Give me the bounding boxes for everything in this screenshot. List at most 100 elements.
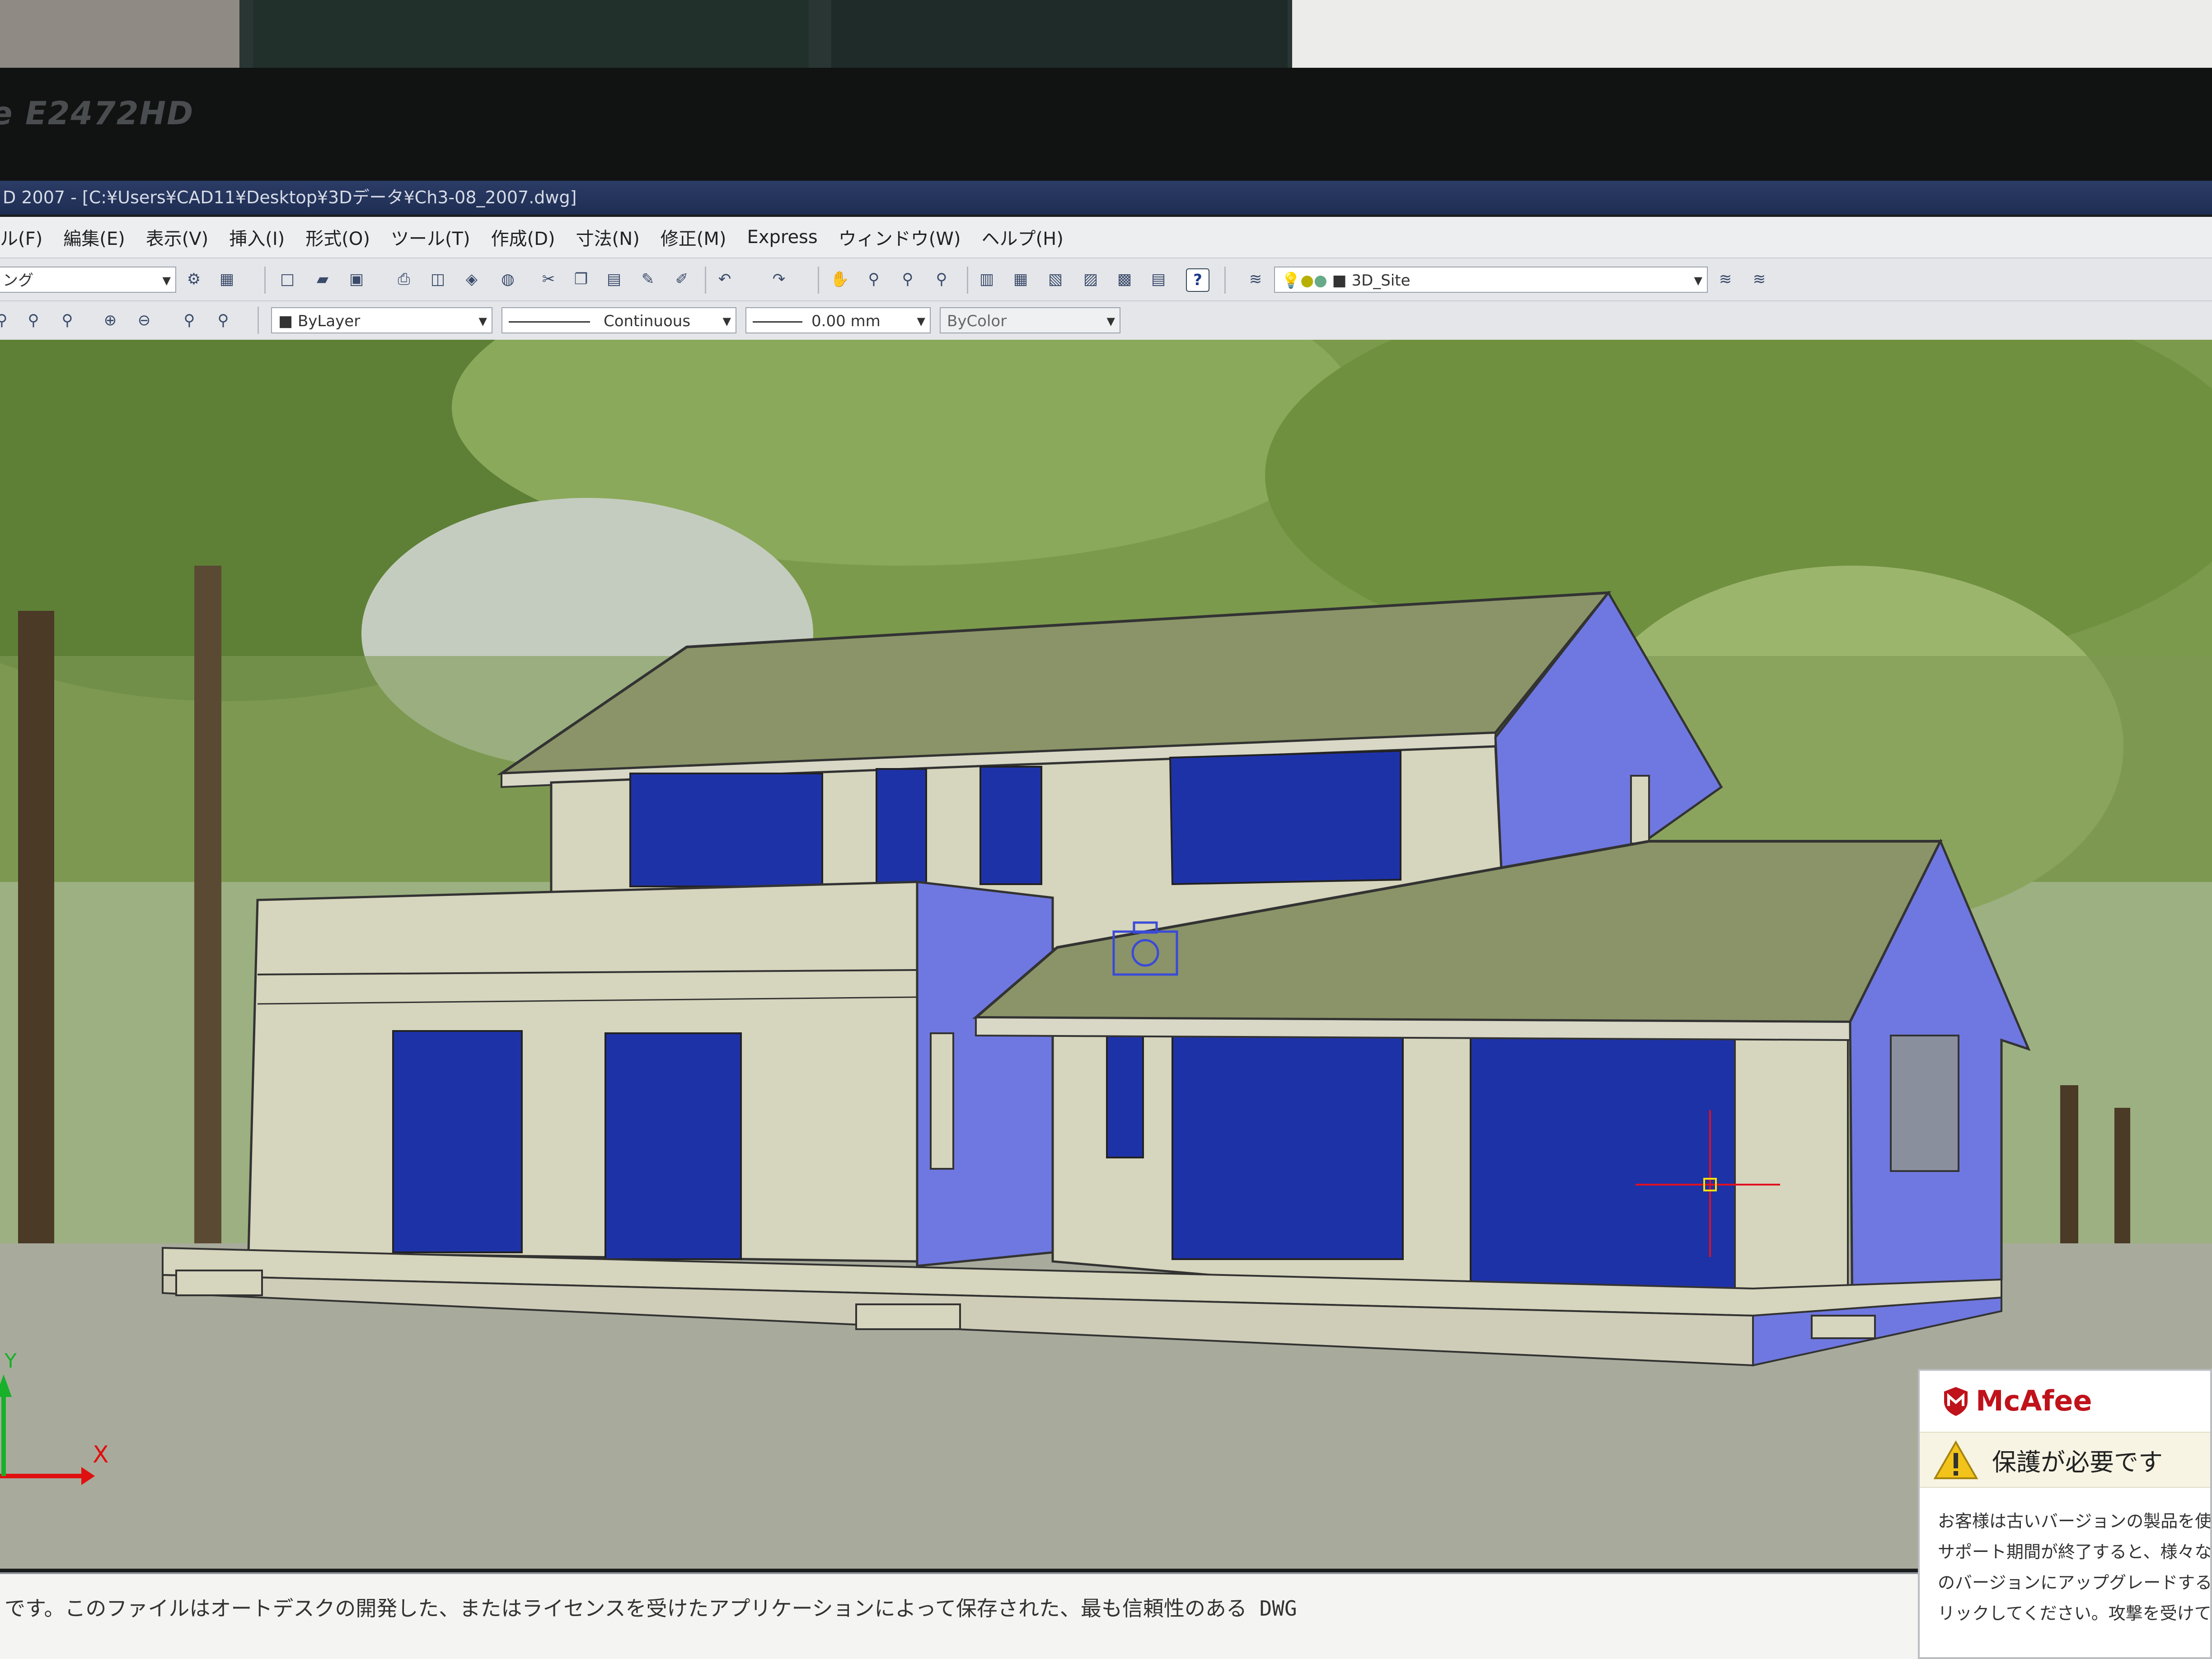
menu-view[interactable]: 表示(V) [146, 224, 209, 250]
monitor-bezel [0, 68, 2212, 185]
zoom-extents-icon[interactable]: ⚲ [212, 309, 234, 331]
menu-express[interactable]: Express [747, 227, 818, 248]
workspace-dropdown[interactable]: ング ▼ [0, 267, 176, 293]
window-title: D 2007 - [C:¥Users¥CAD11¥Desktop¥3Dデータ¥C… [3, 187, 577, 207]
toolbar-separator [264, 267, 266, 294]
zoom-out-icon[interactable]: ⊖ [133, 309, 155, 331]
room-wall-panel [0, 0, 239, 68]
lower-roof-fascia [975, 1016, 1851, 1041]
block-editor-icon[interactable]: ✐ [671, 268, 693, 290]
linetype-dropdown[interactable]: Continuous ▼ [501, 307, 736, 333]
mcafee-notification[interactable]: McAfee 保護が必要です お客様は古いバージョンの製品を使 サポート期間が終… [1918, 1369, 2212, 1659]
zoom-window-icon[interactable]: ⚲ [23, 309, 44, 331]
workspace-settings-icon[interactable]: ⚙ [183, 268, 205, 290]
zoom-realtime-icon[interactable]: ⚲ [863, 268, 885, 290]
undo-icon[interactable]: ↶ [714, 268, 736, 290]
upper-window [1169, 750, 1401, 886]
door-glass [1106, 1035, 1144, 1158]
match-properties-icon[interactable]: ✎ [637, 268, 659, 290]
ucs-y-label: Y [4, 1350, 17, 1373]
upper-window [876, 768, 927, 885]
open-icon[interactable]: ▰ [312, 268, 333, 290]
plotstyle-dropdown[interactable]: ByColor ▼ [940, 307, 1120, 333]
tool-palettes-icon[interactable]: ▧ [1045, 268, 1066, 290]
room-wall-panel [1292, 0, 2212, 77]
lineweight-dropdown[interactable]: 0.00 mm ▼ [745, 307, 931, 333]
properties-toolbar: ⚲ ⚲ ⚲ ⊕ ⊖ ⚲ ⚲ ■ ByLayer ▼ Continuous ▼ 0.0… [0, 300, 2212, 341]
menu-insert[interactable]: 挿入(I) [229, 224, 285, 250]
help-icon[interactable]: ? [1186, 268, 1209, 292]
menu-window[interactable]: ウィンドウ(W) [839, 224, 961, 250]
paste-icon[interactable]: ▤ [603, 268, 625, 290]
save-icon[interactable]: ▣ [346, 268, 367, 290]
menu-dimension[interactable]: 寸法(N) [576, 224, 640, 250]
cut-icon[interactable]: ✂ [538, 268, 559, 290]
zoom-previous-icon[interactable]: ⚲ [931, 268, 952, 290]
mcafee-message-line: リックしてください。攻撃を受けてか [1938, 1603, 2212, 1623]
plot-icon[interactable]: ⎙ [393, 268, 415, 290]
redo-icon[interactable]: ↷ [768, 268, 790, 290]
properties-icon[interactable]: ▥ [976, 268, 998, 290]
menu-help[interactable]: ヘルプ(H) [982, 224, 1064, 250]
gable-vent [1630, 775, 1650, 844]
mcafee-alert-bar: 保護が必要です [1920, 1432, 2210, 1488]
zoom-in-icon[interactable]: ⊕ [99, 309, 121, 331]
menu-modify[interactable]: 修正(M) [661, 224, 726, 250]
layer-state-icon[interactable]: ≋ [1748, 268, 1770, 290]
plot-preview-icon[interactable]: ◫ [427, 268, 449, 290]
menu-edit[interactable]: 編集(E) [63, 224, 125, 250]
tree-trunk [194, 566, 221, 1243]
menu-file[interactable]: ル(F) [0, 224, 42, 250]
color-dropdown[interactable]: ■ ByLayer ▼ [271, 307, 492, 333]
lower-window [605, 1032, 742, 1260]
pan-icon[interactable]: ✋ [829, 268, 851, 290]
toolbar-separator [967, 267, 968, 294]
ucs-x-label: X [93, 1441, 109, 1468]
sheet-set-icon[interactable]: ▨ [1080, 268, 1101, 290]
3d-dwf-icon[interactable]: ◍ [497, 268, 519, 290]
deck-step-block [175, 1270, 263, 1296]
publish-icon[interactable]: ◈ [461, 268, 483, 290]
room-window-panel [831, 0, 1288, 75]
zoom-previous-icon[interactable]: ⚲ [56, 309, 78, 331]
menu-draw[interactable]: 作成(D) [491, 224, 555, 250]
right-side-window [1890, 1035, 1959, 1172]
standard-toolbar: ング ▼ ⚙ ▦ □ ▰ ▣ ⎙ ◫ ◈ ◍ ✂ ❐ ▤ ✎ ✐ ↶ ↷ ✋ ⚲ … [0, 258, 2212, 301]
tree-trunk [18, 611, 54, 1243]
room-window-panel [253, 0, 809, 72]
lower-window [392, 1030, 523, 1253]
mcafee-alert-title: 保護が必要です [1992, 1448, 2163, 1476]
lower-window [1470, 1037, 1736, 1301]
zoom-all-icon[interactable]: ⚲ [178, 309, 200, 331]
mcafee-message-line: お客様は古いバージョンの製品を使 [1938, 1511, 2212, 1531]
new-icon[interactable]: □ [276, 268, 298, 290]
quickcalc-icon[interactable]: ▤ [1148, 268, 1169, 290]
lower-front-wall [247, 881, 919, 1263]
zoom-realtime-icon[interactable]: ⚲ [0, 309, 13, 331]
menu-tools[interactable]: ツール(T) [391, 224, 470, 250]
layer-dropdown[interactable]: 💡●● ■ 3D_Site ▼ [1274, 267, 1708, 293]
toolbar-separator [818, 267, 819, 294]
zoom-window-icon[interactable]: ⚲ [897, 268, 919, 290]
workspace-save-icon[interactable]: ▦ [216, 268, 238, 290]
mcafee-brand: McAfee [1976, 1384, 2092, 1417]
warning-icon [1933, 1440, 1978, 1479]
toolbar-separator [1224, 267, 1226, 294]
window-title-bar: D 2007 - [C:¥Users¥CAD11¥Desktop¥3Dデータ¥C… [0, 181, 2212, 215]
mcafee-message: お客様は古いバージョンの製品を使 サポート期間が終了すると、様々な のバージョン… [1938, 1506, 2212, 1629]
markup-icon[interactable]: ▩ [1114, 268, 1135, 290]
side-window [930, 1032, 954, 1170]
mcafee-shield-icon [1944, 1387, 1968, 1416]
copy-icon[interactable]: ❐ [570, 268, 592, 290]
drawing-viewport[interactable]: X Y [0, 340, 2212, 1569]
design-center-icon[interactable]: ▦ [1010, 268, 1031, 290]
deck-step-block [855, 1303, 961, 1330]
menu-format[interactable]: 形式(O) [305, 224, 370, 250]
upper-window [629, 773, 823, 887]
mcafee-logo: McAfee [1942, 1384, 2092, 1417]
layer-properties-icon[interactable]: ≋ [1245, 268, 1266, 290]
layer-previous-icon[interactable]: ≋ [1715, 268, 1736, 290]
command-line[interactable]: です。このファイルはオートデスクの開発した、またはライセンスを受けたアプリケーシ… [0, 1572, 2212, 1659]
menu-bar: ル(F) 編集(E) 表示(V) 挿入(I) 形式(O) ツール(T) 作成(D… [0, 217, 2212, 258]
lower-window [1172, 1035, 1404, 1260]
